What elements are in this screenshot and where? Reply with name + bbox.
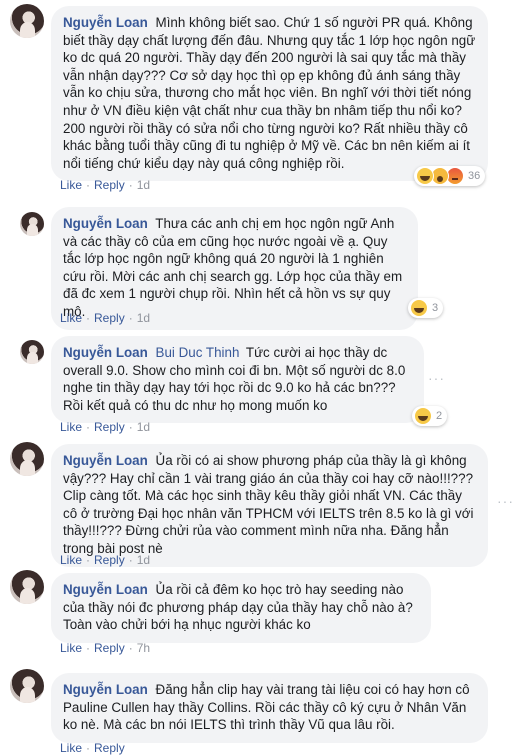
haha-reaction-icon [410,299,428,317]
reaction-summary[interactable]: 3 [408,298,444,318]
haha-reaction-icon [414,407,432,425]
separator-dot: · [86,741,91,755]
like-link[interactable]: Like [60,741,82,755]
haha-reaction-icon [416,167,434,185]
comment-actions: Like · Reply · 7h [60,641,150,655]
reply-link[interactable]: Reply [94,178,125,192]
comment-timestamp[interactable]: 1d [137,420,150,434]
separator-dot: · [86,178,91,192]
avatar[interactable] [20,212,44,236]
separator-dot: · [86,641,91,655]
separator-dot: · [86,420,91,434]
reply-link[interactable]: Reply [94,641,125,655]
like-link[interactable]: Like [60,553,82,567]
comment-author[interactable]: Nguyễn Loan [63,216,148,231]
like-link[interactable]: Like [60,641,82,655]
avatar[interactable] [10,442,44,476]
reaction-summary[interactable]: 36 [414,166,486,186]
comment-text: Ủa rồi có ai show phương pháp của thầy l… [63,453,474,556]
comment-actions: Like · Reply · 1d [60,178,150,192]
reaction-count: 2 [436,410,443,422]
reaction-summary[interactable]: 2 [412,406,448,426]
separator-dot: · [128,553,133,567]
comment-actions: Like · Reply · 1d [60,420,150,434]
reply-link[interactable]: Reply [94,311,125,325]
comment-bubble: Nguyễn Loan Mình không biết sao. Chứ 1 s… [51,6,488,182]
avatar[interactable] [10,4,44,38]
reaction-count: 3 [432,302,439,314]
comment-actions: Like · Reply · 1d [60,553,150,567]
avatar[interactable] [10,570,44,604]
comment-bubble: Nguyễn Loan Đăng hẳn clip hay vài trang … [51,673,488,743]
comment-bubble: Nguyễn Loan Bui Duc Thinh Tức cười ai họ… [51,336,424,424]
like-link[interactable]: Like [60,311,82,325]
like-link[interactable]: Like [60,178,82,192]
comment-timestamp[interactable]: 1d [137,178,150,192]
comment-timestamp[interactable]: 7h [137,641,150,655]
comment-author[interactable]: Nguyễn Loan [63,453,148,468]
like-link[interactable]: Like [60,420,82,434]
separator-dot: · [128,311,133,325]
comment-author[interactable]: Nguyễn Loan [63,682,148,697]
avatar[interactable] [20,340,44,364]
more-options-icon[interactable]: ··· [428,370,445,386]
separator-dot: · [128,178,133,192]
separator-dot: · [86,553,91,567]
comment-author[interactable]: Nguyễn Loan [63,15,148,30]
reply-link[interactable]: Reply [94,741,125,755]
separator-dot: · [86,311,91,325]
separator-dot: · [128,641,133,655]
comment-actions: Like · Reply [60,741,125,755]
comment-bubble: Nguyễn Loan Ủa rồi có ai show phương phá… [51,444,488,567]
avatar[interactable] [10,669,44,703]
comment-timestamp[interactable]: 1d [137,311,150,325]
comment-text: Mình không biết sao. Chứ 1 số người PR q… [63,15,476,171]
reaction-count: 36 [468,170,481,182]
comment-actions: Like · Reply · 1d [60,311,150,325]
reply-link[interactable]: Reply [94,420,125,434]
reply-link[interactable]: Reply [94,553,125,567]
comment-timestamp[interactable]: 1d [137,553,150,567]
comment-author[interactable]: Nguyễn Loan [63,582,148,597]
more-options-icon[interactable]: ··· [497,493,514,509]
separator-dot: · [128,420,133,434]
mentioned-user-link[interactable]: Bui Duc Thinh [156,345,240,360]
comment-author[interactable]: Nguyễn Loan [63,345,148,360]
comment-bubble: Nguyễn Loan Ủa rồi cả đêm ko học trò hay… [51,573,431,643]
comment-text: Thưa các anh chị em học ngôn ngữ Anh và … [63,216,403,319]
